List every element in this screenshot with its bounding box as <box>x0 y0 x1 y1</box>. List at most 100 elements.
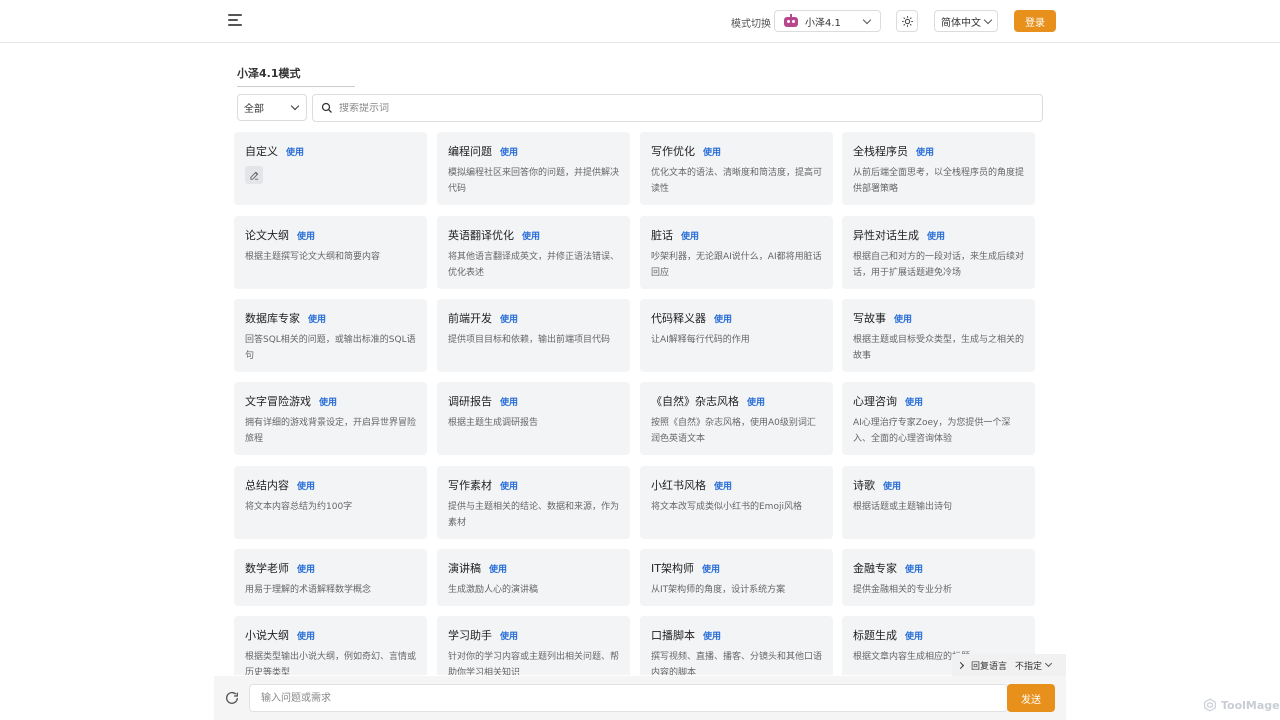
prompt-card[interactable]: 数学老师 使用 用易于理解的术语解释数学概念 <box>234 549 427 606</box>
model-name: 小泽4.1 <box>805 17 841 29</box>
login-button[interactable]: 登录 <box>1014 10 1056 32</box>
prompt-card[interactable]: 代码释义器 使用 让AI解释每行代码的作用 <box>640 299 833 372</box>
prompt-card[interactable]: 小说大纲 使用 根据类型输出小说大纲，例如奇幻、言情或历史等类型 <box>234 616 427 675</box>
chat-input[interactable] <box>249 684 1008 712</box>
menu-icon[interactable] <box>228 14 242 26</box>
prompt-card[interactable]: 编程问题 使用模拟编程社区来回答你的问题，并提供解决代码 <box>437 132 630 205</box>
use-link[interactable]: 使用 <box>883 479 901 492</box>
prompt-card-description: 吵架利器，无论跟AI说什么，AI都将用脏话回应 <box>651 252 822 278</box>
prompt-card-title: 英语翻译优化 <box>448 229 514 242</box>
use-link[interactable]: 使用 <box>905 562 923 575</box>
prompt-card[interactable]: 总结内容 使用将文本内容总结为约100字 <box>234 466 427 539</box>
prompt-card-description: 提供项目目标和依赖，输出前端项目代码 <box>448 335 611 345</box>
use-link[interactable]: 使用 <box>500 629 518 642</box>
use-link[interactable]: 使用 <box>286 145 304 158</box>
prompt-card-description: 将其他语言翻译成英文，并修正语法错误、优化表述 <box>448 252 620 278</box>
prompt-search-box <box>312 94 1043 122</box>
prompt-card-description: 根据类型输出小说大纲，例如奇幻、言情或历史等类型 <box>245 652 417 675</box>
prompt-card[interactable]: 文字冒险游戏 使用 拥有详细的游戏背景设定，开启异世界冒险旅程 <box>234 382 427 455</box>
prompt-card[interactable]: 数据库专家 使用 回答SQL相关的问题，或输出标准的SQL语句 <box>234 299 427 372</box>
use-link[interactable]: 使用 <box>297 229 315 242</box>
prompt-card-description: 针对你的学习内容或主题列出相关问题、帮助你学习相关知识 <box>448 652 620 675</box>
use-link[interactable]: 使用 <box>500 395 518 408</box>
prompt-card[interactable]: 调研报告 使用 根据主题生成调研报告 <box>437 382 630 455</box>
prompt-card-title: 异性对话生成 <box>853 229 919 242</box>
prompt-card-title: 口播脚本 <box>651 629 695 642</box>
prompt-card-description: 提供与主题相关的结论、数据和来源，作为素材 <box>448 502 620 528</box>
theme-toggle-button[interactable] <box>896 10 918 32</box>
use-link[interactable]: 使用 <box>703 145 721 158</box>
use-link[interactable]: 使用 <box>308 312 326 325</box>
prompt-card[interactable]: 英语翻译优化 使用将其他语言翻译成英文，并修正语法错误、优化表述 <box>437 216 630 289</box>
prompt-card[interactable]: 全栈程序员 使用 从前后端全面思考，以全栈程序员的角度提供部署策略 <box>842 132 1035 205</box>
prompt-card[interactable]: 异性对话生成 使用 根据自己和对方的一段对话，来生成后续对话，用于扩展话题避免冷场 <box>842 216 1035 289</box>
prompt-card[interactable]: 口播脚本 使用 撰写视频、直播、播客、分镜头和其他口语内容的脚本 <box>640 616 833 675</box>
edit-icon[interactable] <box>245 166 263 184</box>
use-link[interactable]: 使用 <box>927 229 945 242</box>
prompt-card-title: 总结内容 <box>245 479 289 492</box>
use-link[interactable]: 使用 <box>522 229 540 242</box>
use-link[interactable]: 使用 <box>905 395 923 408</box>
prompt-card-description: 根据主题撰写论文大纲和简要内容 <box>245 252 381 262</box>
prompt-card[interactable]: IT架构师 使用 从IT架构师的角度，设计系统方案 <box>640 549 833 606</box>
prompt-card[interactable]: 论文大纲 使用根据主题撰写论文大纲和简要内容 <box>234 216 427 289</box>
use-link[interactable]: 使用 <box>702 562 720 575</box>
use-link[interactable]: 使用 <box>703 629 721 642</box>
use-link[interactable]: 使用 <box>714 479 732 492</box>
use-link[interactable]: 使用 <box>905 629 923 642</box>
reply-language-select[interactable]: 不指定 <box>1015 659 1053 672</box>
use-link[interactable]: 使用 <box>714 312 732 325</box>
use-link[interactable]: 使用 <box>500 312 518 325</box>
watermark-text: ToolMage <box>1221 698 1280 712</box>
prompt-card[interactable]: 学习助手 使用 针对你的学习内容或主题列出相关问题、帮助你学习相关知识 <box>437 616 630 675</box>
prompt-card-title: 文字冒险游戏 <box>245 395 311 408</box>
use-link[interactable]: 使用 <box>319 395 337 408</box>
prompt-card[interactable]: 小红书风格 使用 将文本改写成类似小红书的Emoji风格 <box>640 466 833 539</box>
prompt-card[interactable]: 写故事 使用 根据主题或目标受众类型，生成与之相关的故事 <box>842 299 1035 372</box>
sun-icon <box>901 15 913 27</box>
prompt-card[interactable]: 写作素材 使用 提供与主题相关的结论、数据和来源，作为素材 <box>437 466 630 539</box>
chevron-right-icon[interactable] <box>956 661 965 669</box>
prompt-card[interactable]: 前端开发 使用 提供项目目标和依赖，输出前端项目代码 <box>437 299 630 372</box>
chat-input-bar: 发送 <box>214 676 1066 720</box>
prompt-card[interactable]: 写作优化 使用 优化文本的语法、清晰度和简洁度，提高可读性 <box>640 132 833 205</box>
prompt-card[interactable]: 演讲稿 使用 生成激励人心的演讲稿 <box>437 549 630 606</box>
use-link[interactable]: 使用 <box>297 629 315 642</box>
use-link[interactable]: 使用 <box>489 562 507 575</box>
prompt-card-title: 编程问题 <box>448 145 492 158</box>
prompt-card[interactable]: 诗歌 使用 根据话题或主题输出诗句 <box>842 466 1035 539</box>
prompt-card[interactable]: 金融专家 使用 提供金融相关的专业分析 <box>842 549 1035 606</box>
prompt-search-input[interactable] <box>339 102 1042 114</box>
use-link[interactable]: 使用 <box>681 229 699 242</box>
use-link[interactable]: 使用 <box>500 479 518 492</box>
model-select[interactable]: 小泽4.1 <box>774 10 881 32</box>
prompt-card[interactable]: 脏话 使用 吵架利器，无论跟AI说什么，AI都将用脏话回应 <box>640 216 833 289</box>
chevron-down-icon <box>862 15 872 24</box>
category-filter-select[interactable]: 全部 <box>237 94 307 121</box>
prompt-card-title: 写作优化 <box>651 145 695 158</box>
use-link[interactable]: 使用 <box>916 145 934 158</box>
prompt-card-description: 模拟编程社区来回答你的问题，并提供解决代码 <box>448 168 620 194</box>
reply-language-label: 回复语言 <box>971 661 1008 672</box>
send-button[interactable]: 发送 <box>1007 684 1055 712</box>
prompt-card-description: 将文本内容总结为约100字 <box>245 502 353 512</box>
prompt-card-grid: 自定义 使用 编程问题 使用 模拟编程社区来回答你的问题，并提供解决代码 写作优化 使用 优化… <box>234 132 1035 675</box>
use-link[interactable]: 使用 <box>747 395 765 408</box>
use-link[interactable]: 使用 <box>894 312 912 325</box>
prompt-card-title: 论文大纲 <box>245 229 289 242</box>
prompt-card-title: 数学老师 <box>245 562 289 575</box>
language-select[interactable]: 简体中文 <box>934 10 998 32</box>
prompt-card-title: 写故事 <box>853 312 886 325</box>
top-bar: 模式切换 小泽4.1 简体中文 登录 <box>0 0 1280 43</box>
prompt-card-description: 从前后端全面思考，以全栈程序员的角度提供部署策略 <box>853 168 1025 194</box>
prompt-card[interactable]: 自定义 使用 <box>234 132 427 205</box>
search-icon <box>321 102 332 113</box>
use-link[interactable]: 使用 <box>297 479 315 492</box>
use-link[interactable]: 使用 <box>500 145 518 158</box>
refresh-icon[interactable] <box>224 690 240 706</box>
prompt-card[interactable]: 《自然》杂志风格 使用 按照《自然》杂志风格，使用A0级别词汇润色英语文本 <box>640 382 833 455</box>
prompt-card-description: 按照《自然》杂志风格，使用A0级别词汇润色英语文本 <box>651 418 816 444</box>
prompt-card[interactable]: 心理咨询 使用 AI心理治疗专家Zoey，为您提供一个深入、全面的心理咨询体验 <box>842 382 1035 455</box>
use-link[interactable]: 使用 <box>297 562 315 575</box>
reply-language-value: 不指定 <box>1015 661 1043 672</box>
